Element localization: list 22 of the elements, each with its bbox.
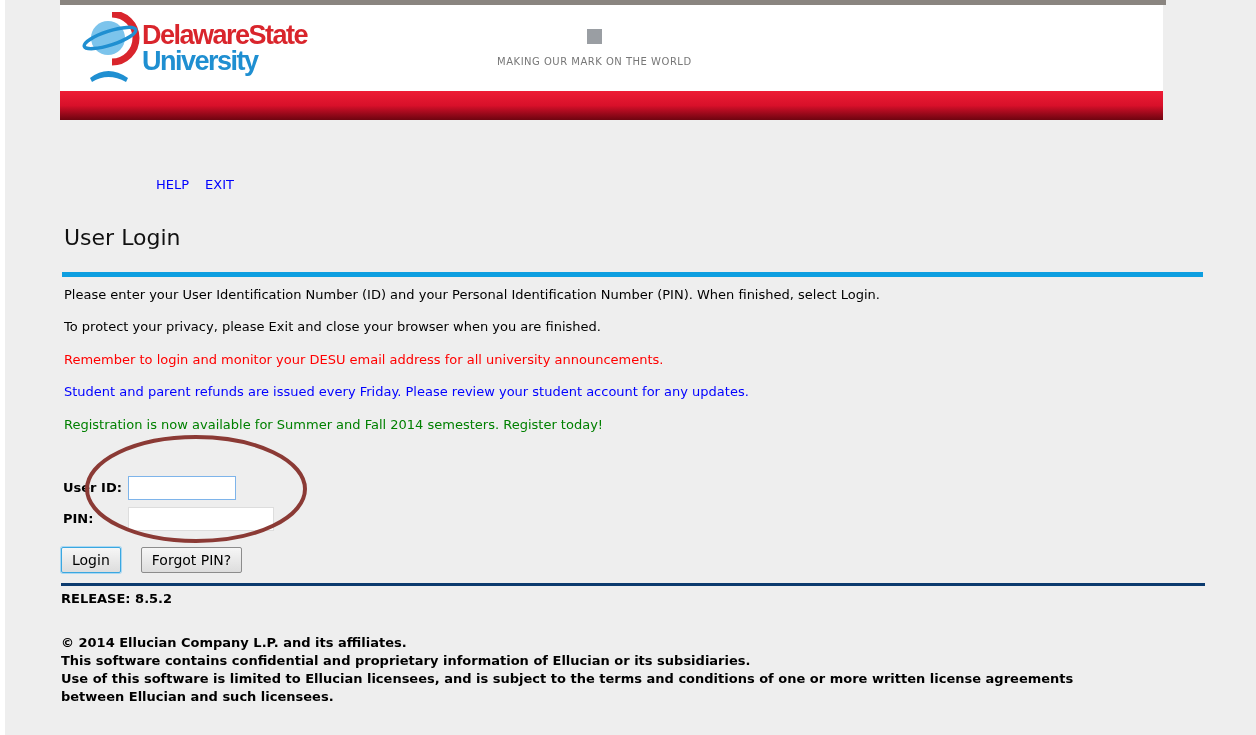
info-message: Registration is now available for Summer and Fall 2014 semesters. Register today! (64, 415, 605, 434)
input-field[interactable] (127, 476, 236, 500)
nav-link[interactable]: HELP (156, 175, 190, 195)
tagline: MAKING OUR MARK ON THE WORLD (497, 55, 692, 69)
legal-text: This software contains confidential and proprietary information of Ellucian or its subsidiaries. (61, 651, 752, 670)
nav-link[interactable]: EXIT (205, 175, 234, 195)
legal-text: Use of this software is limited to Ellucian licensees, and is subject to the terms and conditions of one or more written license agreements between Ellucian and such licensees. (61, 669, 1075, 706)
info-message: To protect your privacy, please Exit and close your browser when you are finished. (64, 318, 602, 336)
info-message: Remember to login and monitor your DESU email address for all university announcements. (64, 350, 665, 369)
logo-text: DelawareState (142, 22, 308, 48)
form-button[interactable]: Login (61, 547, 121, 573)
info-message: Please enter your User Identification Number (ID) and your Personal Identification Number (PIN). When finished, select Login. (64, 285, 881, 304)
info-message: Student and parent refunds are issued every Friday. Please review your student account for any updates. (64, 383, 750, 401)
field-label: PIN: (63, 510, 95, 529)
legal-text: © 2014 Ellucian Company L.P. and its affiliates. (61, 633, 408, 652)
form-button[interactable]: Forgot PIN? (140, 547, 243, 573)
logo-text: University (142, 48, 260, 74)
release-label: RELEASE: 8.5.2 (61, 590, 174, 608)
square-icon (586, 29, 602, 44)
input-field[interactable] (127, 507, 274, 531)
globe-logo-icon (82, 12, 140, 84)
page-title: User Login (64, 223, 182, 252)
